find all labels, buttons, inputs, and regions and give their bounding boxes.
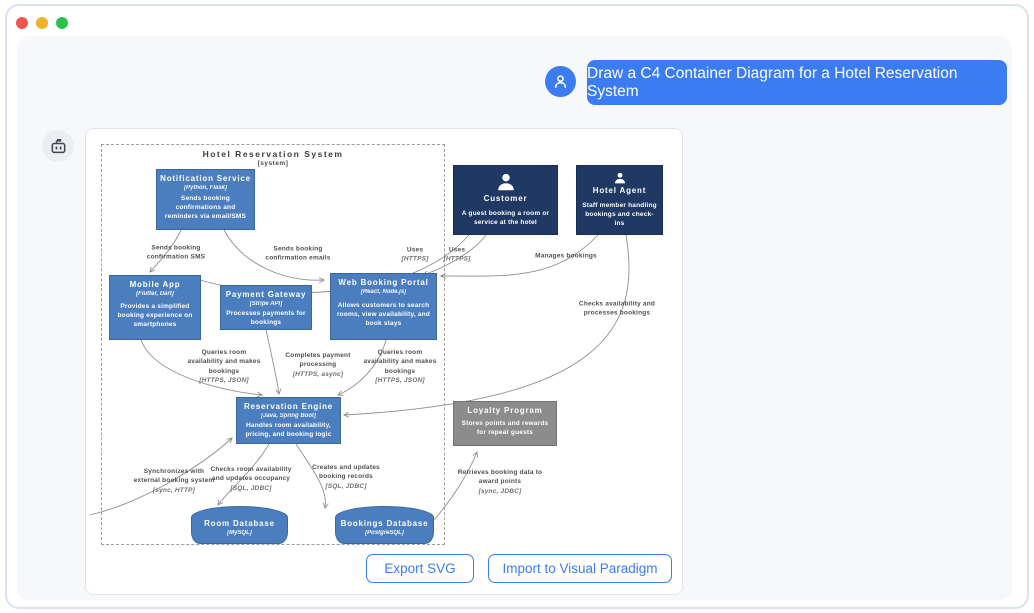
node-description: Processes payments for bookings [224, 307, 308, 329]
edge-label-mobile-to-engine: Queries room availability and makes book… [185, 348, 263, 386]
edge-label-technology: [HTTPS] [395, 255, 435, 264]
user-avatar [545, 66, 576, 97]
node-description: A guest booking a room or service at the… [457, 207, 554, 229]
edge-label-text: Manages bookings [535, 252, 597, 259]
edge-label-text: Checks availability and processes bookin… [579, 301, 655, 317]
node-technology: [Flutter, Dart] [136, 291, 174, 297]
edge-label-agent-to-web: Manages bookings [521, 251, 611, 260]
edge-label-text: Checks room availability and updates occ… [210, 466, 291, 482]
node-title: Hotel Agent [593, 186, 646, 196]
app-window: Draw a C4 Container Diagram for a Hotel … [5, 4, 1029, 609]
edge-label-technology: [HTTPS] [437, 255, 477, 264]
minimize-window-button[interactable] [36, 17, 48, 29]
node-technology: [MySQL] [227, 530, 252, 536]
edge-label-bookingsdb-to-loyalty: Retrieves booking data to award points [s… [456, 468, 544, 496]
user-message-bubble: Draw a C4 Container Diagram for a Hotel … [587, 60, 1007, 105]
node-technology: [Python, Flask] [184, 185, 227, 191]
edge-label-text: Sends booking confirmation emails [265, 246, 330, 262]
node-technology: [Java, Spring Boot] [261, 413, 316, 419]
edge-label-text: Completes payment processing [285, 352, 350, 368]
app-screenshot: Draw a C4 Container Diagram for a Hotel … [0, 0, 1034, 613]
edge-label-text: Uses [449, 247, 465, 254]
edge-label-text: Sends booking confirmation SMS [147, 245, 205, 261]
node-title: Notification Service [160, 174, 251, 184]
node-title: Customer [484, 194, 528, 204]
edge-label-technology: [sync, JDBC] [456, 487, 544, 496]
node-description: Provides a simplified booking experience… [113, 300, 197, 331]
close-window-button[interactable] [16, 17, 28, 29]
node-title: Mobile App [130, 280, 181, 290]
node-loyalty-program: Loyalty ProgramStores points and rewards… [453, 401, 557, 446]
edge-label-technology: [HTTPS, JSON] [361, 376, 439, 385]
edge-label-text: Uses [407, 247, 423, 254]
export-svg-button[interactable]: Export SVG [366, 554, 474, 583]
edge-label-technology: [HTTPS, async] [279, 370, 357, 379]
node-reservation-engine: Reservation Engine[Java, Spring Boot]Han… [236, 397, 341, 444]
edge-label-engine-to-roomdb: Checks room availability and updates occ… [209, 465, 293, 493]
import-paradigm-button[interactable]: Import to Visual Paradigm [488, 554, 672, 583]
window-controls [16, 17, 68, 29]
person-icon [495, 171, 517, 193]
person-outline-icon [552, 73, 569, 90]
edge-label-customer-to-mobile: Uses[HTTPS] [437, 246, 477, 265]
edge-label-ns-to-mobile: Sends booking confirmation SMS [140, 244, 212, 263]
node-technology: [Stripe API] [250, 301, 282, 307]
diagram-canvas: Hotel Reservation System [system] Notifi… [85, 128, 683, 595]
node-description: Sends booking confirmations and reminder… [160, 192, 251, 223]
edge-label-engine-to-bookingsdb: Creates and updates booking records [SQL,… [299, 463, 394, 491]
edge-label-engine-sync-external: Synchronizes with external booking syste… [132, 467, 216, 495]
node-description: Stores points and rewards for repeat gue… [457, 417, 553, 439]
node-description: Allows customers to search rooms, view a… [334, 299, 433, 330]
system-boundary-title: Hotel Reservation System [102, 149, 444, 159]
edge-label-ns-to-web: Sends booking confirmation emails [257, 245, 339, 264]
node-bookings-database: Bookings Database[PostgreSQL] [335, 506, 434, 544]
edge-label-technology: [sync, HTTP] [132, 486, 216, 495]
node-room-database: Room Database[MySQL] [191, 506, 288, 544]
edge-label-text: Retrieves booking data to award points [458, 469, 542, 485]
node-customer: Customer A guest booking a room or servic… [453, 165, 558, 235]
node-hotel-agent: Hotel Agent Staff member handling booking… [576, 165, 663, 235]
edge-label-text: Queries room availability and makes book… [187, 349, 260, 375]
node-payment-gateway: Payment Gateway[Stripe API]Processes pay… [220, 285, 312, 330]
edge-label-technology: [SQL, JDBC] [209, 484, 293, 493]
person-icon [609, 171, 631, 185]
edge-label-text: Queries room availability and makes book… [363, 349, 436, 375]
node-description: Handles room availability, pricing, and … [240, 419, 337, 441]
edge-label-technology: [SQL, JDBC] [299, 482, 394, 491]
edge-label-agent-to-engine: Checks availability and processes bookin… [578, 300, 656, 319]
edge-label-text: Creates and updates booking records [312, 464, 380, 480]
edge-label-web-to-engine: Queries room availability and makes book… [361, 348, 439, 386]
node-title: Loyalty Program [467, 406, 542, 416]
edge-label-technology: [HTTPS, JSON] [185, 376, 263, 385]
zoom-window-button[interactable] [56, 17, 68, 29]
node-title: Payment Gateway [226, 290, 306, 300]
edge-label-payment-to-engine: Completes payment processing [HTTPS, asyn… [279, 351, 357, 379]
node-web-booking-portal: Web Booking Portal[React, Node.js] Allows… [330, 273, 437, 340]
user-message-text: Draw a C4 Container Diagram for a Hotel … [587, 65, 1007, 101]
node-title: Room Database [204, 519, 275, 529]
robot-icon [49, 137, 68, 156]
bot-avatar [42, 130, 74, 162]
node-mobile-app: Mobile App[Flutter, Dart] Provides a simp… [109, 275, 201, 340]
node-title: Web Booking Portal [338, 278, 428, 288]
node-title: Bookings Database [341, 519, 429, 529]
node-description: Staff member handling bookings and check… [580, 199, 659, 230]
edge-label-customer-to-web: Uses[HTTPS] [395, 246, 435, 265]
node-title: Reservation Engine [244, 402, 333, 412]
system-boundary-subtitle: [system] [102, 160, 444, 167]
edge-label-text: Synchronizes with external booking syste… [134, 468, 215, 484]
node-technology: [React, Node.js] [361, 289, 406, 295]
node-notification-service: Notification Service[Python, Flask]Sends… [156, 169, 255, 230]
node-technology: [PostgreSQL] [365, 530, 404, 536]
